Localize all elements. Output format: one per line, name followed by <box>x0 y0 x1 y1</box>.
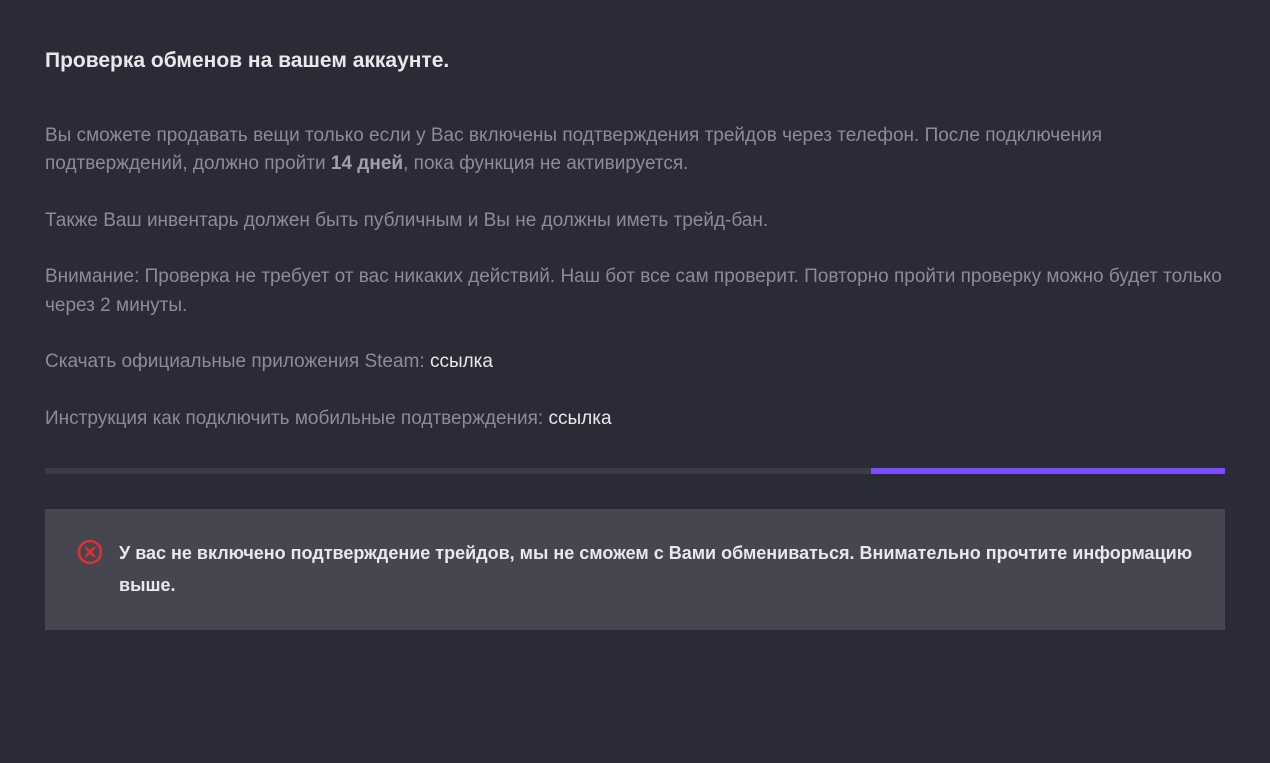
error-alert: У вас не включено подтверждение трейдов,… <box>45 509 1225 630</box>
progress-bar-fill <box>871 468 1225 474</box>
page-title: Проверка обменов на вашем аккаунте. <box>45 45 1225 77</box>
download-apps-line: Скачать официальные приложения Steam: сс… <box>45 348 1225 377</box>
error-alert-text: У вас не включено подтверждение трейдов,… <box>119 537 1193 602</box>
instructions-label: Инструкция как подключить мобильные подт… <box>45 408 549 429</box>
download-apps-link[interactable]: ссылка <box>430 351 493 372</box>
info-paragraph-3: Внимание: Проверка не требует от вас ник… <box>45 263 1225 320</box>
instructions-link[interactable]: ссылка <box>549 408 612 429</box>
info-paragraph-1: Вы сможете продавать вещи только если у … <box>45 122 1225 179</box>
instructions-line: Инструкция как подключить мобильные подт… <box>45 405 1225 434</box>
error-x-icon <box>77 539 103 575</box>
download-apps-label: Скачать официальные приложения Steam: <box>45 351 430 372</box>
info-paragraph-1b: , пока функция не активируется. <box>403 153 688 174</box>
info-paragraph-1-bold: 14 дней <box>331 153 403 174</box>
progress-bar <box>45 468 1225 474</box>
info-paragraph-2: Также Ваш инвентарь должен быть публичны… <box>45 207 1225 236</box>
